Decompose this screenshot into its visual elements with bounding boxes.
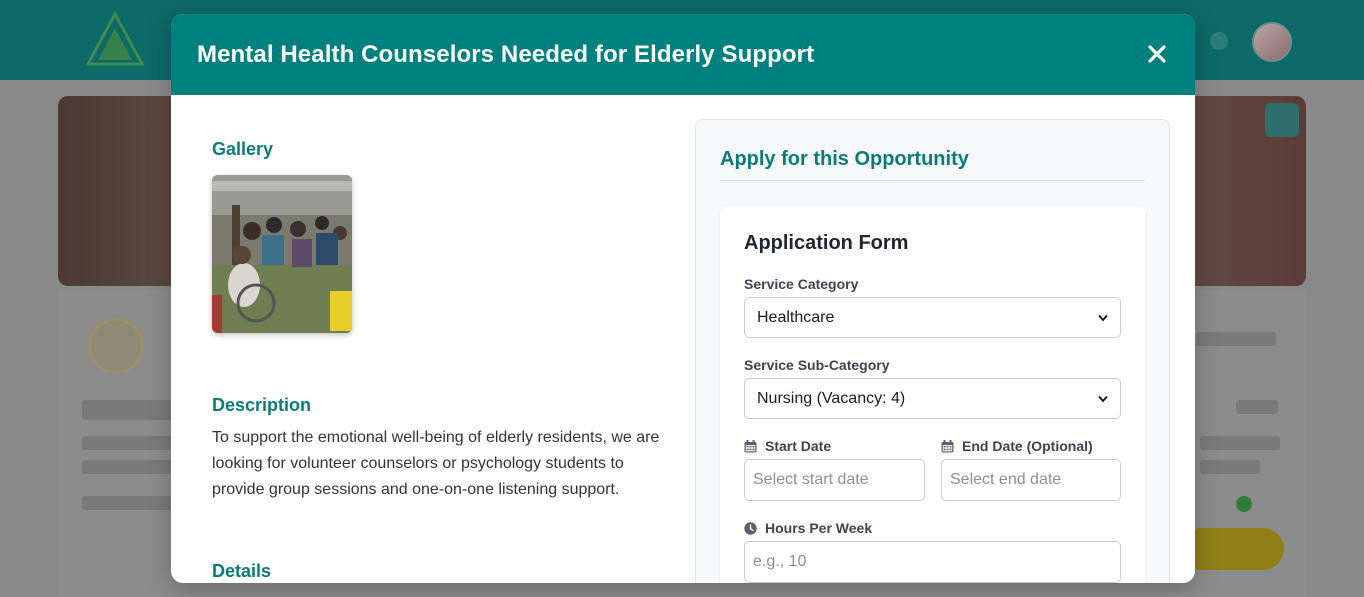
- application-form: Application Form Service Category Health…: [720, 206, 1145, 583]
- background-text-line: [82, 436, 172, 450]
- service-category-value: Healthcare: [757, 308, 835, 326]
- calendar-icon: [744, 439, 757, 452]
- background-text-line: [82, 400, 172, 420]
- chevron-down-icon: [1098, 314, 1108, 321]
- start-date-label: Start Date: [744, 438, 831, 454]
- service-category-label-text: Service Category: [744, 276, 859, 292]
- calendar-icon: [941, 439, 954, 452]
- service-sub-category-select[interactable]: Nursing (Vacancy: 4): [744, 378, 1121, 419]
- hours-per-week-label-text: Hours Per Week: [765, 520, 873, 536]
- background-text-line: [82, 496, 172, 510]
- hours-per-week-label: Hours Per Week: [744, 520, 872, 536]
- close-icon: [1148, 45, 1166, 63]
- modal-body: Gallery Description To support the emoti…: [171, 95, 1195, 583]
- modal-header: Mental Health Counselors Needed for Elde…: [171, 14, 1195, 95]
- start-date-placeholder: Select start date: [753, 471, 869, 488]
- opportunity-modal: Mental Health Counselors Needed for Elde…: [171, 14, 1195, 583]
- service-category-select[interactable]: Healthcare: [744, 297, 1121, 338]
- service-sub-category-value: Nursing (Vacancy: 4): [757, 389, 906, 407]
- background-text-line: [1200, 436, 1280, 450]
- modal-title: Mental Health Counselors Needed for Elde…: [197, 40, 815, 68]
- background-green-dot: [1236, 496, 1252, 512]
- end-date-label: End Date (Optional): [941, 438, 1093, 454]
- clock-icon: [744, 521, 757, 535]
- background-text-line: [1196, 332, 1276, 346]
- background-text-line: [1200, 460, 1260, 474]
- hours-per-week-input[interactable]: e.g., 10: [744, 541, 1121, 583]
- end-date-input[interactable]: Select end date: [941, 459, 1121, 501]
- service-category-label: Service Category: [744, 276, 858, 292]
- end-date-placeholder: Select end date: [950, 471, 1062, 488]
- apply-card: Apply for this Opportunity Application F…: [695, 119, 1170, 583]
- apply-title: Apply for this Opportunity: [720, 148, 969, 170]
- background-notification-dot: [1210, 32, 1228, 50]
- description-text: To support the emotional well-being of e…: [212, 429, 660, 498]
- start-date-label-text: Start Date: [765, 438, 832, 454]
- service-sub-category-label-text: Service Sub-Category: [744, 357, 890, 373]
- background-banner-button: [1265, 103, 1299, 137]
- background-text-line: [82, 460, 172, 474]
- background-text-line: [1236, 400, 1278, 414]
- details-title: Details: [212, 561, 272, 581]
- form-title: Application Form: [744, 232, 909, 254]
- end-date-label-text: End Date (Optional): [962, 438, 1093, 454]
- background-yellow-button: [1180, 528, 1284, 570]
- gallery-title: Gallery: [212, 139, 274, 159]
- close-button[interactable]: [1145, 42, 1169, 66]
- background-logo: [80, 10, 150, 68]
- hours-per-week-placeholder: e.g., 10: [753, 553, 807, 570]
- gallery-image[interactable]: [212, 175, 352, 333]
- background-avatar: [1252, 22, 1292, 62]
- start-date-input[interactable]: Select start date: [744, 459, 925, 501]
- chevron-down-icon: [1098, 395, 1108, 402]
- description-title: Description: [212, 395, 312, 415]
- service-sub-category-label: Service Sub-Category: [744, 357, 890, 373]
- divider: [720, 180, 1145, 181]
- background-badge: [88, 318, 144, 374]
